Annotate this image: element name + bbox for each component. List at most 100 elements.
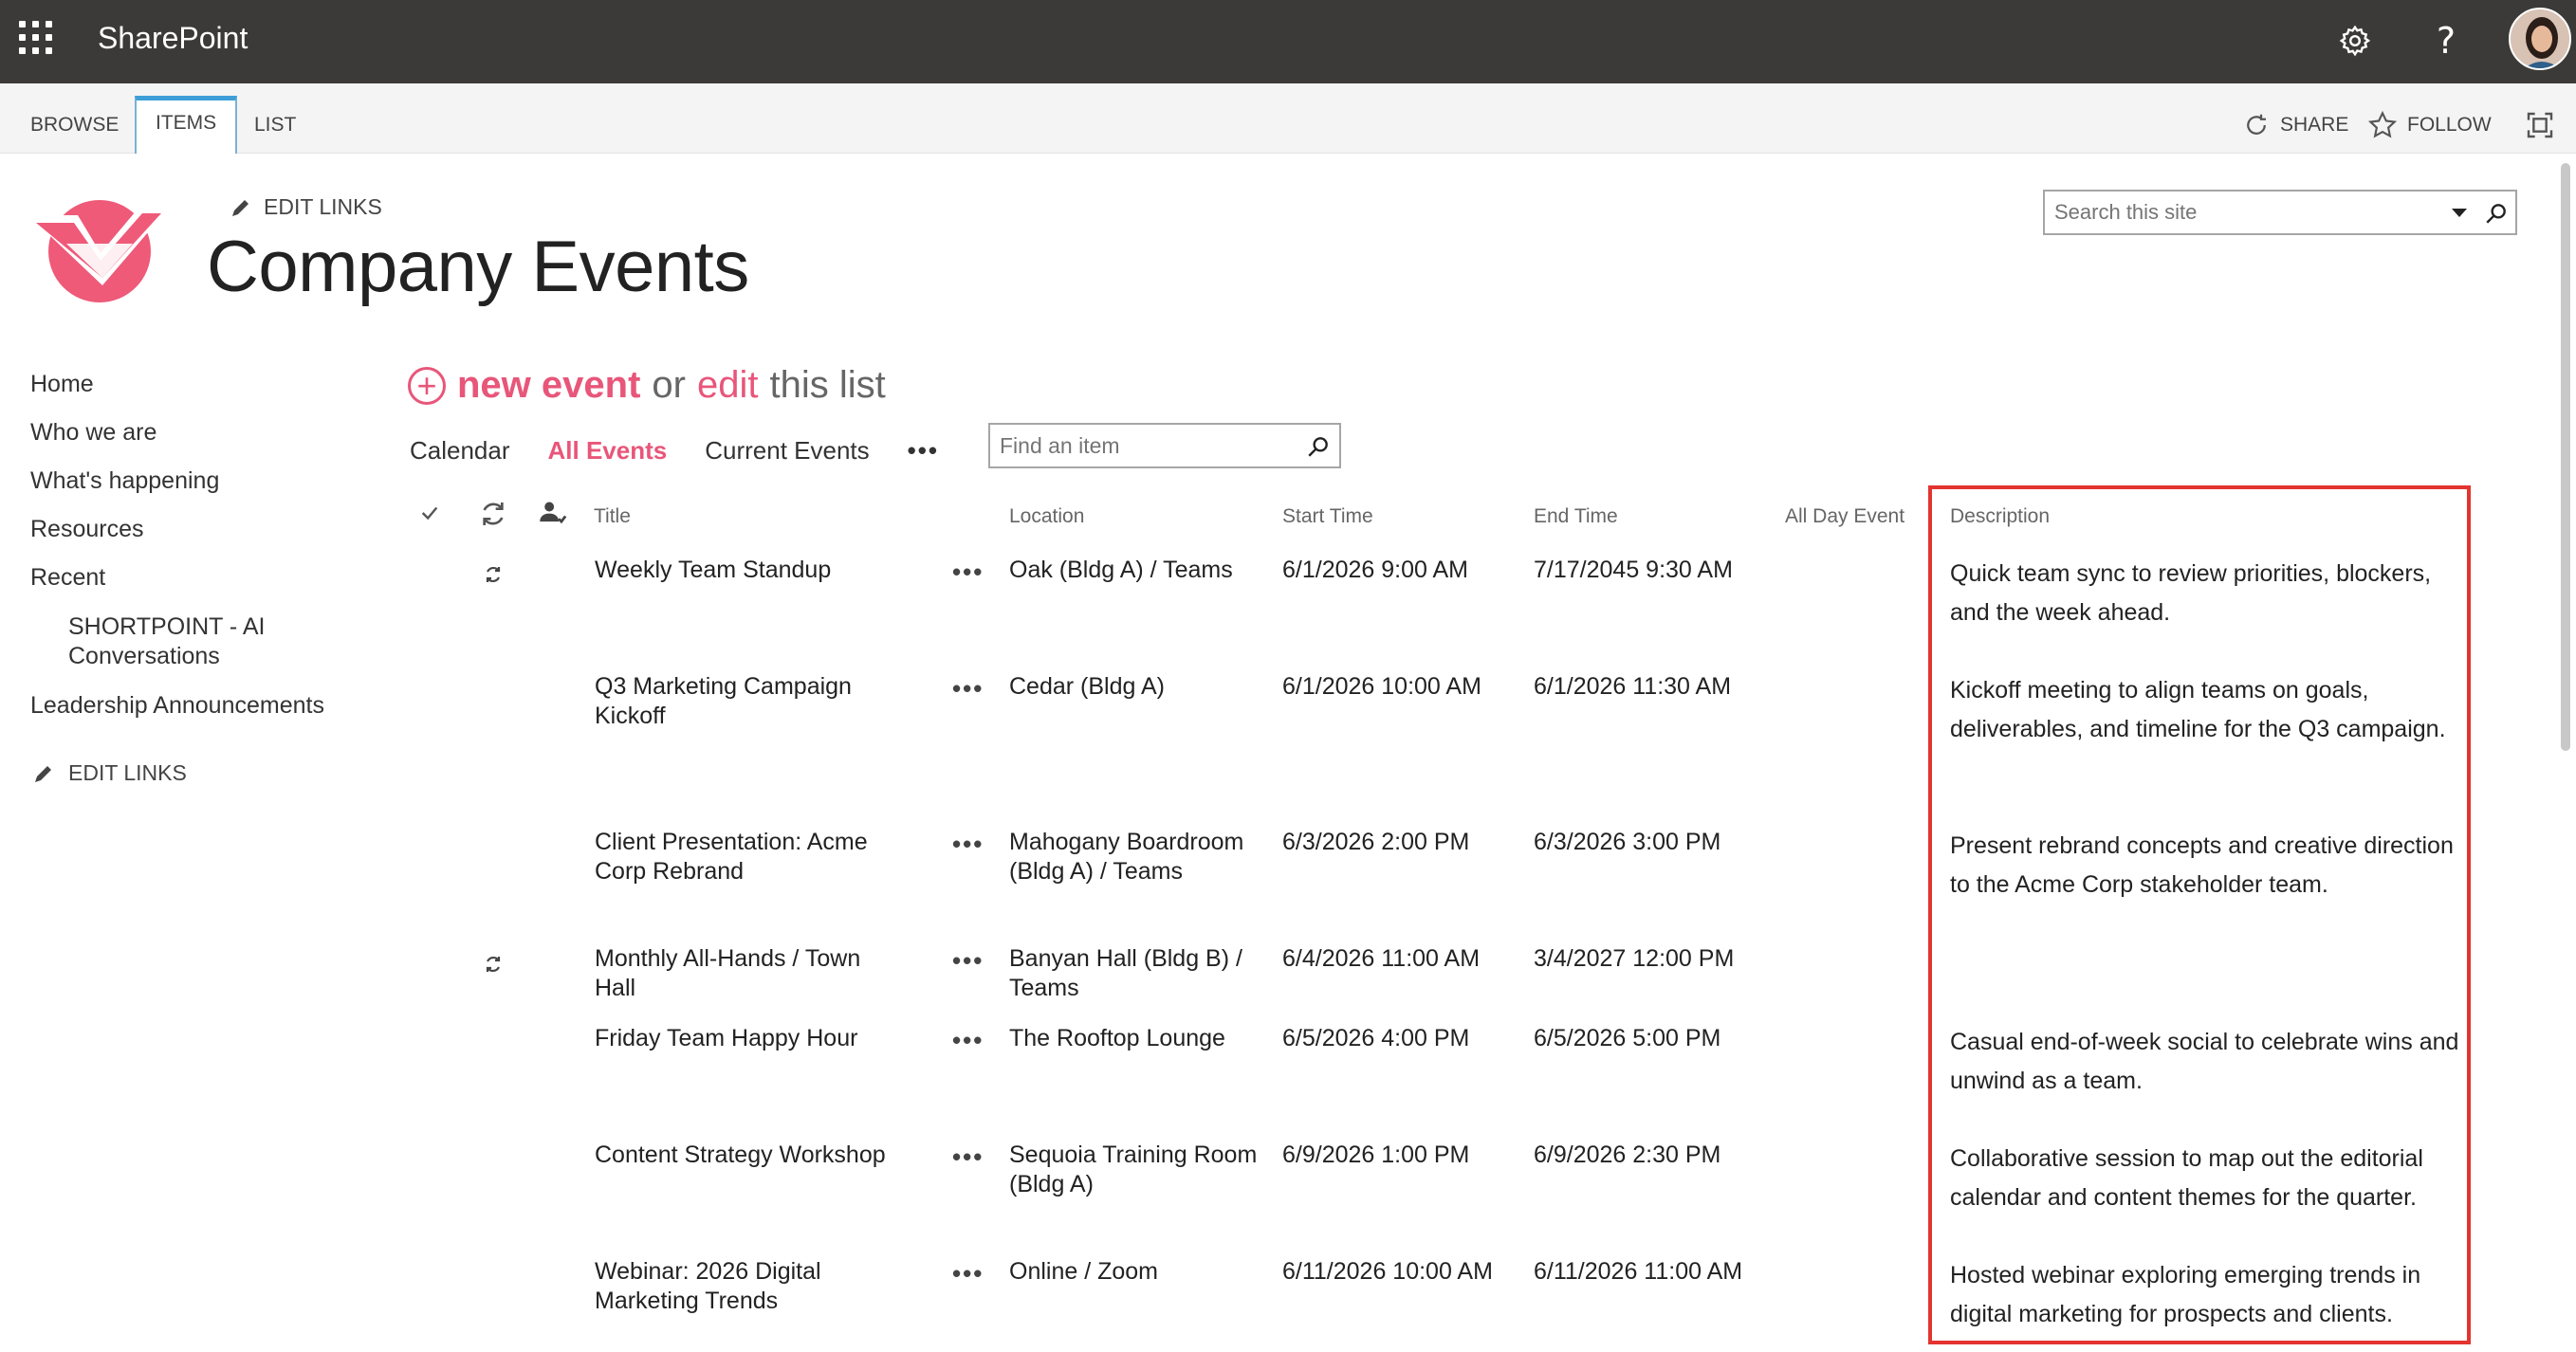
edit-links-label: EDIT LINKS — [68, 760, 187, 785]
event-location: Oak (Bldg A) / Teams — [1009, 557, 1233, 583]
search-icon[interactable] — [1303, 432, 1334, 461]
column-header-location[interactable]: Location — [1009, 505, 1084, 528]
focus-mode-icon[interactable] — [2525, 108, 2555, 142]
column-header-all-day-event[interactable]: All Day Event — [1785, 505, 1904, 528]
page-scrollbar[interactable] — [2553, 154, 2576, 1352]
event-description: Collaborative session to map out the edi… — [1950, 1145, 2423, 1211]
event-title[interactable]: Weekly Team Standup — [595, 556, 879, 585]
or-label: or — [652, 364, 686, 406]
recurrence-column-icon[interactable] — [477, 499, 509, 535]
event-start-time: 6/9/2026 1:00 PM — [1282, 1142, 1470, 1168]
site-logo[interactable] — [28, 194, 171, 308]
new-event-row: + new event or edit this list — [408, 364, 886, 407]
event-location: The Rooftop Lounge — [1009, 1025, 1225, 1051]
help-icon[interactable]: ? — [2422, 17, 2470, 64]
site-search-box[interactable] — [2043, 190, 2517, 235]
app-name[interactable]: SharePoint — [98, 21, 248, 56]
view-current-events[interactable]: Current Events — [705, 436, 869, 466]
find-item-input[interactable] — [1000, 432, 1284, 459]
nav-item-leadership-announcements[interactable]: Leadership Announcements — [30, 692, 324, 720]
event-end-time: 3/4/2027 12:00 PM — [1534, 945, 1735, 972]
more-views-button[interactable]: ••• — [908, 436, 939, 466]
event-location: Cedar (Bldg A) — [1009, 673, 1165, 700]
edit-list-link[interactable]: edit — [697, 364, 759, 407]
site-search-input[interactable] — [2054, 199, 2434, 226]
tab-browse[interactable]: BROWSE — [11, 83, 138, 153]
event-start-time: 6/1/2026 9:00 AM — [1282, 557, 1468, 583]
event-title[interactable]: Monthly All-Hands / Town Hall — [595, 944, 908, 1003]
event-location: Online / Zoom — [1009, 1258, 1159, 1285]
ribbon: BROWSE ITEMS LIST SHARE FOLLOW — [0, 83, 2576, 154]
event-title[interactable]: Friday Team Happy Hour — [595, 1024, 908, 1053]
item-menu-button[interactable]: ••• — [952, 1142, 984, 1172]
scrollbar-thumb[interactable] — [2561, 163, 2570, 751]
tab-items[interactable]: ITEMS — [135, 96, 238, 154]
event-start-time: 6/5/2026 4:00 PM — [1282, 1025, 1470, 1051]
share-label: SHARE — [2280, 114, 2349, 136]
event-description: Hosted webinar exploring emerging trends… — [1950, 1262, 2421, 1327]
view-calendar[interactable]: Calendar — [410, 436, 510, 466]
item-menu-button[interactable]: ••• — [952, 946, 984, 976]
pencil-icon — [232, 199, 248, 216]
recurrence-icon — [482, 953, 505, 976]
event-description: Quick team sync to review priorities, bl… — [1950, 560, 2432, 626]
column-header-start-time[interactable]: Start Time — [1282, 505, 1373, 528]
event-title[interactable]: Content Strategy Workshop — [595, 1141, 908, 1170]
event-title[interactable]: Q3 Marketing Campaign Kickoff — [595, 672, 908, 731]
event-description: Casual end-of-week social to celebrate w… — [1950, 1029, 2459, 1094]
event-start-time: 6/1/2026 10:00 AM — [1282, 673, 1481, 700]
view-all-events[interactable]: All Events — [548, 436, 668, 466]
column-header-end-time[interactable]: End Time — [1534, 505, 1618, 528]
event-location: Mahogany Boardroom (Bldg A) / Teams — [1009, 829, 1244, 885]
share-icon — [2247, 114, 2266, 135]
star-icon — [2367, 110, 2398, 138]
nav-item-resources[interactable]: Resources — [30, 516, 144, 543]
edit-links-nav[interactable]: EDIT LINKS — [32, 760, 187, 786]
event-description: Present rebrand concepts and creative di… — [1950, 832, 2454, 898]
event-title[interactable]: Webinar: 2026 Digital Marketing Trends — [595, 1257, 908, 1316]
nav-item-shortpoint-ai-conversations[interactable]: SHORTPOINT - AI Conversations — [68, 612, 315, 671]
item-menu-button[interactable]: ••• — [952, 830, 984, 859]
item-menu-button[interactable]: ••• — [952, 1259, 984, 1288]
nav-item-whats-happening[interactable]: What's happening — [30, 467, 219, 495]
event-start-time: 6/3/2026 2:00 PM — [1282, 829, 1470, 855]
nav-item-who-we-are[interactable]: Who we are — [30, 419, 156, 447]
event-end-time: 6/1/2026 11:30 AM — [1534, 673, 1732, 700]
search-icon[interactable] — [2481, 199, 2512, 228]
add-icon[interactable]: + — [408, 366, 446, 405]
event-end-time: 6/9/2026 2:30 PM — [1534, 1142, 1721, 1168]
event-description: Kickoff meeting to align teams on goals,… — [1950, 677, 2446, 742]
suite-bar: SharePoint ? — [0, 0, 2576, 83]
follow-label: FOLLOW — [2407, 114, 2492, 136]
follow-button[interactable]: FOLLOW — [2367, 108, 2492, 142]
edit-links-label: EDIT LINKS — [264, 194, 382, 219]
event-start-time: 6/4/2026 11:00 AM — [1282, 945, 1481, 972]
select-all-checkmark-icon[interactable] — [419, 502, 440, 529]
nav-item-home[interactable]: Home — [30, 371, 94, 398]
event-title[interactable]: Client Presentation: Acme Corp Rebrand — [595, 828, 908, 886]
nav-item-recent[interactable]: Recent — [30, 564, 105, 592]
column-header-description[interactable]: Description — [1950, 505, 2050, 528]
search-scope-dropdown-icon[interactable] — [2447, 201, 2472, 226]
event-location: Banyan Hall (Bldg B) / Teams — [1009, 945, 1242, 1001]
avatar[interactable] — [2509, 8, 2571, 70]
event-start-time: 6/11/2026 10:00 AM — [1282, 1258, 1493, 1285]
event-end-time: 6/5/2026 5:00 PM — [1534, 1025, 1721, 1051]
item-menu-button[interactable]: ••• — [952, 1026, 984, 1055]
this-list-label: this list — [769, 364, 886, 406]
tab-list[interactable]: LIST — [235, 83, 315, 153]
item-menu-button[interactable]: ••• — [952, 557, 984, 587]
attendees-column-icon[interactable] — [536, 499, 568, 537]
find-item-box[interactable] — [988, 423, 1341, 468]
item-menu-button[interactable]: ••• — [952, 674, 984, 703]
event-end-time: 6/3/2026 3:00 PM — [1534, 829, 1721, 855]
column-header-title[interactable]: Title — [594, 505, 631, 528]
new-event-link[interactable]: new event — [457, 364, 640, 407]
view-selector: Calendar All Events Current Events ••• — [410, 433, 939, 467]
edit-links-top[interactable]: EDIT LINKS — [230, 194, 382, 220]
recurrence-icon — [482, 563, 505, 586]
gear-icon[interactable] — [2331, 17, 2379, 64]
app-launcher-icon[interactable] — [19, 21, 53, 55]
share-button[interactable]: SHARE — [2242, 108, 2348, 142]
event-location: Sequoia Training Room (Bldg A) — [1009, 1142, 1258, 1197]
